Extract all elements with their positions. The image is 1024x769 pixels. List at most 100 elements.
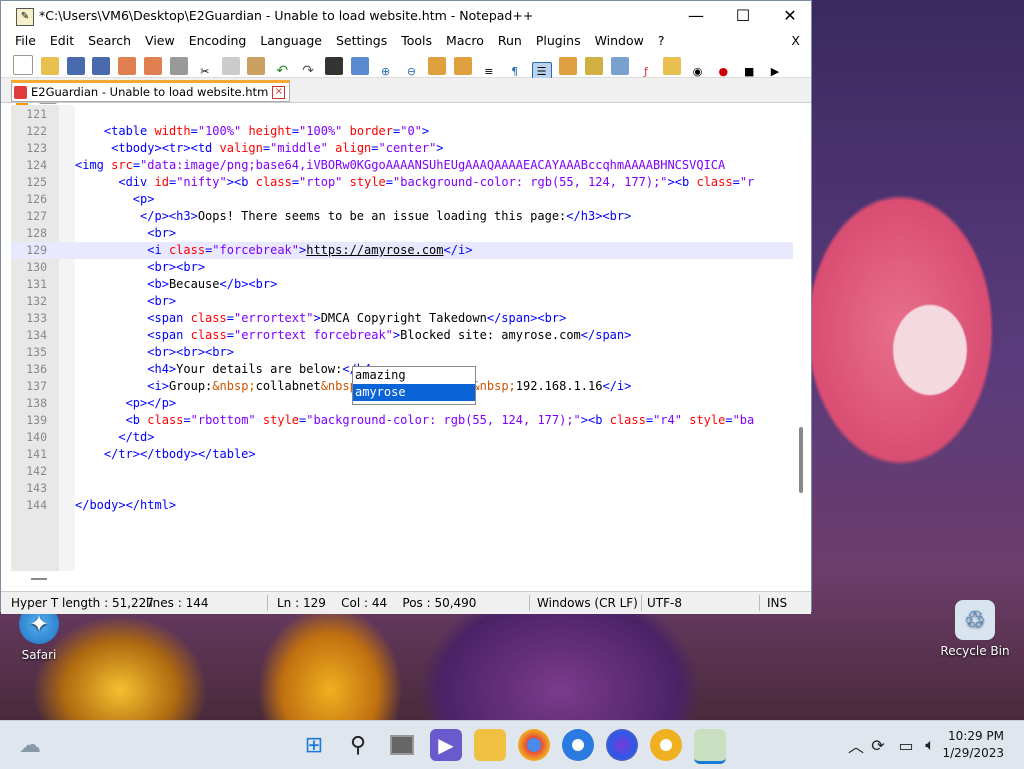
udl-icon[interactable] xyxy=(559,57,578,75)
menu-search[interactable]: Search xyxy=(83,31,136,51)
menu-tools[interactable]: Tools xyxy=(396,31,437,51)
autocomplete-option-selected[interactable]: amyrose xyxy=(353,384,475,401)
code-line[interactable]: 122 <table width="100%" height="100%" bo… xyxy=(11,123,793,140)
code-line[interactable]: 130 <br><br> xyxy=(11,259,793,276)
system-clock[interactable]: 10:29 PM 1/29/2023 xyxy=(942,728,1004,762)
copy-icon[interactable] xyxy=(221,57,240,75)
close-all-icon[interactable] xyxy=(144,57,163,75)
menu-view[interactable]: View xyxy=(140,31,180,51)
menu-close-document[interactable]: X xyxy=(786,31,805,51)
code-line[interactable]: 143 xyxy=(11,480,793,497)
unsaved-file-icon xyxy=(14,85,27,99)
new-file-icon[interactable] xyxy=(13,55,33,75)
file-explorer-icon[interactable] xyxy=(474,729,506,761)
menu-bar: File Edit Search View Encoding Language … xyxy=(1,31,811,51)
menu-macro[interactable]: Macro xyxy=(441,31,489,51)
chat-icon[interactable]: ▶ xyxy=(430,729,462,761)
code-text: <i class="forcebreak">https://amyrose.co… xyxy=(147,243,473,257)
save-all-icon[interactable] xyxy=(92,57,111,75)
status-eol: Windows (CR LF) xyxy=(537,596,638,610)
menu-language[interactable]: Language xyxy=(255,31,327,51)
open-file-icon[interactable] xyxy=(40,57,59,75)
code-text: <span class="errortext forcebreak">Block… xyxy=(147,328,632,342)
replace-icon[interactable] xyxy=(350,57,369,75)
chrome-canary-icon[interactable] xyxy=(650,729,682,761)
chrome-icon[interactable] xyxy=(518,729,550,761)
code-line[interactable]: 124 <img src="data:image/png;base64,iVBOR… xyxy=(11,157,793,174)
code-editor[interactable]: 121 122 <table width="100%" height="100%"… xyxy=(11,105,793,571)
code-line[interactable]: 126 <p> xyxy=(11,191,793,208)
line-number: 137 xyxy=(26,379,47,393)
autocomplete-option[interactable]: amazing xyxy=(353,367,475,384)
desktop-icon-recycle-bin[interactable]: ♲ Recycle Bin xyxy=(940,600,1010,658)
menu-plugins[interactable]: Plugins xyxy=(531,31,586,51)
folder-workspace-icon[interactable] xyxy=(662,57,681,75)
maximize-button[interactable]: ☐ xyxy=(720,1,766,31)
horizontal-scrollbar[interactable] xyxy=(11,571,793,587)
notepadpp-taskbar-icon[interactable] xyxy=(694,729,726,764)
line-number: 128 xyxy=(26,226,47,240)
code-line[interactable]: 141 </tr></tbody></table> xyxy=(11,446,793,463)
code-line[interactable]: 129 <i class="forcebreak">https://amyros… xyxy=(11,242,793,259)
tab-document[interactable]: E2Guardian - Unable to load website.htm … xyxy=(11,80,291,102)
code-text: <b>Because</b><br> xyxy=(147,277,278,291)
find-icon[interactable] xyxy=(324,57,343,75)
paste-icon[interactable] xyxy=(247,57,266,75)
tab-close-icon[interactable]: × xyxy=(272,85,286,99)
status-position: Ln : 129 Col : 44 Pos : 50,490 xyxy=(277,596,477,610)
code-line[interactable]: 133 <span class="errortext">DMCA Copyrig… xyxy=(11,310,793,327)
line-number: 129 xyxy=(26,243,47,257)
sync-vertical-icon[interactable] xyxy=(428,57,447,75)
start-icon[interactable]: ⊞ xyxy=(298,729,330,761)
menu-encoding[interactable]: Encoding xyxy=(184,31,252,51)
code-line[interactable]: 144 </body></html> xyxy=(11,497,793,514)
close-file-icon[interactable] xyxy=(118,57,137,75)
minimize-button[interactable]: — xyxy=(673,1,719,31)
code-line[interactable]: 127 </p><h3>Oops! There seems to be an i… xyxy=(11,208,793,225)
toolbar: ✂ ↶ ↷ ⊕ ⊖ ≡ ¶ ☰ ƒ ◉ ● ■ ▶ ⏩ xyxy=(1,51,811,107)
menu-window[interactable]: Window xyxy=(590,31,649,51)
autocomplete-popup[interactable]: amazing amyrose xyxy=(352,366,476,405)
menu-run[interactable]: Run xyxy=(493,31,527,51)
code-line[interactable]: 142 xyxy=(11,463,793,480)
status-insert-mode: INS xyxy=(767,596,788,610)
save-icon[interactable] xyxy=(66,57,85,75)
code-line[interactable]: 134 <span class="errortext forcebreak">B… xyxy=(11,327,793,344)
recycle-bin-icon: ♲ xyxy=(955,600,995,640)
doc-list-icon[interactable] xyxy=(611,57,630,75)
line-number: 139 xyxy=(26,413,47,427)
code-line[interactable]: 123 <tbody><tr><td valign="middle" align… xyxy=(11,140,793,157)
code-line[interactable]: 132 <br> xyxy=(11,293,793,310)
line-number: 131 xyxy=(26,277,47,291)
menu-help[interactable]: ? xyxy=(653,31,670,51)
code-text: <br> xyxy=(147,294,177,308)
line-number: 133 xyxy=(26,311,47,325)
vertical-scrollbar[interactable] xyxy=(793,105,810,571)
code-line[interactable]: 140 </td> xyxy=(11,429,793,446)
doc-map-icon[interactable] xyxy=(585,57,604,75)
menu-settings[interactable]: Settings xyxy=(331,31,392,51)
title-bar[interactable]: ✎ *C:\Users\VM6\Desktop\E2Guardian - Una… xyxy=(1,1,811,31)
line-number: 135 xyxy=(26,345,47,359)
sync-horizontal-icon[interactable] xyxy=(454,57,473,75)
code-line[interactable]: 121 xyxy=(11,106,793,123)
print-icon[interactable] xyxy=(169,57,188,75)
task-view-icon[interactable] xyxy=(386,729,418,761)
weather-icon[interactable]: ☁ xyxy=(14,729,46,761)
code-line[interactable]: 139 <b class="rbottom" style="background… xyxy=(11,412,793,429)
line-number: 127 xyxy=(26,209,47,223)
line-number: 126 xyxy=(26,192,47,206)
close-button[interactable]: ✕ xyxy=(767,1,813,31)
code-line[interactable]: 128 <br> xyxy=(11,225,793,242)
search-icon[interactable]: ⚲ xyxy=(342,729,374,761)
code-line[interactable]: 125 <div id="nifty"><b class="rtop" styl… xyxy=(11,174,793,191)
menu-file[interactable]: File xyxy=(10,31,41,51)
tab-label: E2Guardian - Unable to load website.htm xyxy=(31,84,269,99)
menu-edit[interactable]: Edit xyxy=(45,31,79,51)
code-line[interactable]: 131 <b>Because</b><br> xyxy=(11,276,793,293)
code-line[interactable]: 135 <br><br><br> xyxy=(11,344,793,361)
taskbar: ☁ ⊞ ⚲ ▶ ︿ ⟳ ▭ 🔈︎ 10:29 PM 1/29/2023 xyxy=(0,720,1024,769)
firefox-icon[interactable] xyxy=(606,729,638,761)
volume-icon[interactable]: 🔈︎ xyxy=(914,729,946,761)
browser-icon[interactable] xyxy=(562,729,594,761)
